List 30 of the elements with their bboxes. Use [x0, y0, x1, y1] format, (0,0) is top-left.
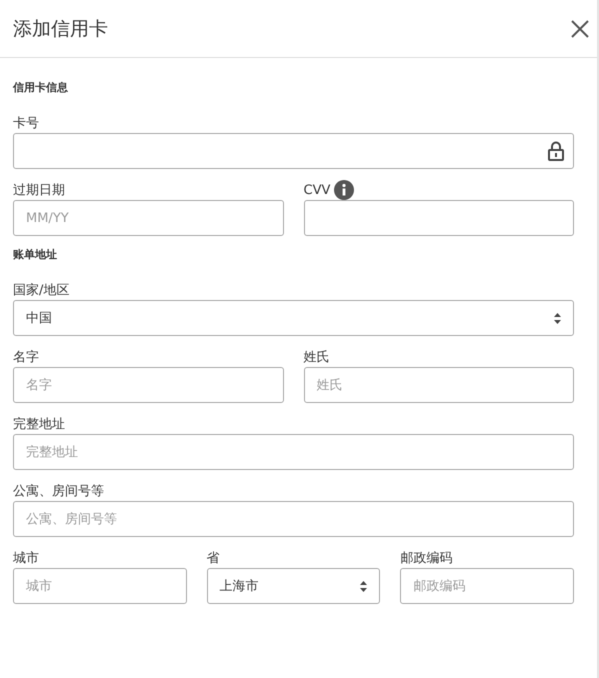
select-field[interactable]: 上海市 — [206, 568, 380, 604]
input-field[interactable]: 邮政编码 — [400, 568, 574, 604]
section-heading: 信用卡信息 — [13, 80, 69, 94]
field-label: CVV — [304, 182, 330, 198]
input-field[interactable] — [304, 200, 574, 236]
input-field[interactable]: 公寓、房间号等 — [13, 501, 574, 537]
input-field[interactable]: 城市 — [13, 568, 187, 604]
field-label: 完整地址 — [13, 416, 65, 433]
card-number-field[interactable] — [13, 133, 574, 169]
field-label: 省 — [206, 550, 220, 567]
section-heading: 账单地址 — [13, 247, 58, 261]
field-label: 邮政编码 — [400, 550, 452, 567]
sort-caret-icon — [554, 312, 561, 324]
close-icon[interactable] — [571, 20, 589, 38]
input-field[interactable]: 姓氏 — [304, 367, 574, 403]
field-label: 国家/地区 — [13, 282, 70, 299]
sort-caret-icon — [360, 580, 368, 592]
field-label: 姓氏 — [304, 349, 330, 366]
field-label: 过期日期 — [13, 182, 65, 199]
lock-icon — [548, 141, 564, 161]
info-icon[interactable] — [334, 180, 354, 200]
field-label: 公寓、房间号等 — [13, 483, 104, 500]
field-label: 城市 — [13, 550, 39, 567]
input-field[interactable]: 名字 — [13, 367, 284, 403]
field-label: 名字 — [13, 349, 39, 366]
input-field[interactable]: 完整地址 — [13, 434, 574, 470]
input-field[interactable]: MM/YY — [13, 200, 284, 236]
dialog-title: 添加信用卡 — [13, 16, 108, 42]
select-field[interactable]: 中国 — [13, 300, 574, 336]
field-label: 卡号 — [13, 115, 39, 132]
